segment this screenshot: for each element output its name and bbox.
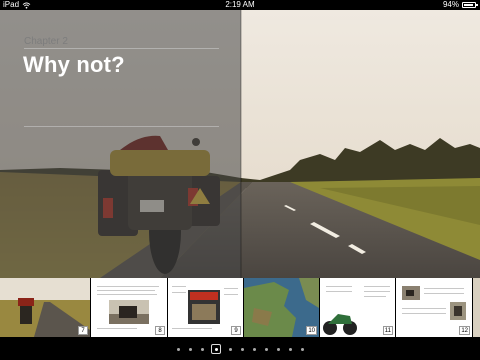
page-dot-current[interactable] [211,344,221,354]
dot-mark [264,347,268,351]
dot-mark [176,347,180,351]
thumbnail-photo [320,304,360,337]
thumbnail-photo [188,290,220,324]
thumbnail-page[interactable]: 9 [168,278,243,337]
dot-mark [200,347,204,351]
road-photo-right [241,10,480,278]
status-time: 2:19 AM [225,0,255,9]
thumbnail-page[interactable]: 11 [320,278,395,337]
thumbnail-photo [402,286,420,300]
page-dot[interactable] [299,346,305,352]
dot-mark [214,347,218,351]
battery-icon [462,2,478,8]
page-dot[interactable] [187,346,193,352]
thumbnail-photo [473,278,480,337]
dot-mark [276,347,280,351]
dot-mark [252,347,256,351]
dot-mark [288,347,292,351]
thumbnail-photo [450,302,466,320]
left-page[interactable]: Chapter 2 Why not? [0,10,241,278]
page-gutter [240,10,242,278]
title-rule-top [24,48,219,49]
battery-level [464,4,474,6]
page-dot[interactable] [251,346,257,352]
page-number: 8 [155,326,165,335]
thumbnail-page[interactable]: 10 [244,278,319,337]
thumbnail-page[interactable]: 12 [396,278,472,337]
dot-mark [228,347,232,351]
battery-percent: 94% [442,0,459,9]
thumbnail-page[interactable]: 7 [0,278,90,337]
page-dots[interactable] [0,338,480,360]
page-number: 10 [306,326,317,335]
page-number: 11 [382,326,393,335]
dot-mark [240,347,244,351]
thumbnail-page-partial[interactable] [473,278,480,337]
page-dot[interactable] [239,346,245,352]
book-spread[interactable]: Chapter 2 Why not? [0,10,480,278]
page-dot[interactable] [199,346,205,352]
right-page[interactable] [241,10,480,278]
page-dot[interactable] [287,346,293,352]
thumbnail-photo [0,278,90,337]
page-dot[interactable] [263,346,269,352]
dot-mark [188,347,192,351]
dot-mark [300,347,304,351]
status-bar: iPad 2:19 AM 94% [0,0,480,10]
page-number: 7 [78,326,88,335]
title-rule-bottom [24,126,219,127]
page-dot[interactable] [227,346,233,352]
chapter-label: Chapter 2 [24,36,68,47]
thumbnail-page[interactable]: 8 [91,278,167,337]
chapter-overlay [0,10,241,278]
thumbnail-strip[interactable]: 7 8 9 10 11 12 [0,278,480,338]
page-number: 9 [231,326,241,335]
page-dot[interactable] [175,346,181,352]
page-number: 12 [459,326,470,335]
thumbnail-photo [109,300,149,324]
page-dot[interactable] [275,346,281,352]
chapter-title: Why not? [23,52,125,77]
